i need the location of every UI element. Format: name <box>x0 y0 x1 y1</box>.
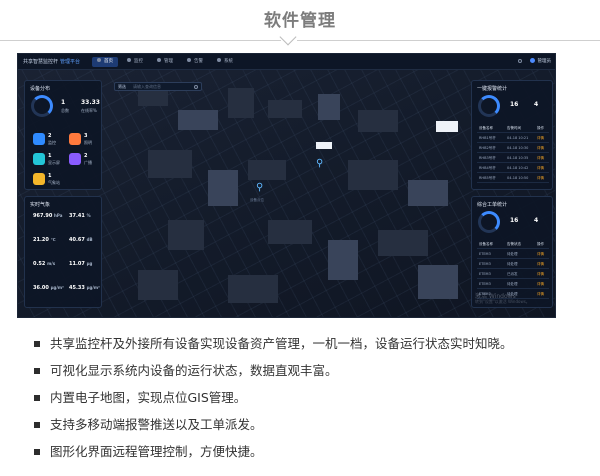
map-pole-marker[interactable]: ⚲ <box>316 158 323 169</box>
table-row[interactable]: RHB5号杆 04-18 10:50 详情 <box>477 175 549 183</box>
bullet-square-icon <box>34 368 40 374</box>
nav-tab-home[interactable]: 首页 <box>92 57 118 67</box>
nav-tab-monitor[interactable]: 监控 <box>122 57 148 67</box>
table-row[interactable]: ETEM3 待处理 详情 <box>477 281 549 289</box>
weather-icon[interactable] <box>33 173 45 185</box>
screen-icon[interactable] <box>33 153 45 165</box>
search-input[interactable]: 请输入查询信息 <box>133 84 161 90</box>
feature-item: 支持多移动端报警推送以及工单派发。 <box>34 417 574 444</box>
table-row[interactable]: ETEM3 已派发 详情 <box>477 271 549 279</box>
bell-icon[interactable] <box>517 58 522 63</box>
home-icon <box>97 58 101 62</box>
table-row[interactable]: ETEM3 待处理 详情 <box>477 261 549 269</box>
feature-item: 内置电子地图，实现点位GIS管理。 <box>34 390 574 417</box>
online-gauge <box>31 95 53 117</box>
alarm-icon <box>187 58 191 62</box>
map-search[interactable]: 筛选 请输入查询信息 <box>114 82 202 91</box>
screenshot-frame: ⚲ ⚲ 设备点位 共享智慧监控杆 管理平台 首页 监控 管理 告警 系统 管理员 … <box>17 53 556 318</box>
light-icon[interactable] <box>69 133 81 145</box>
avatar <box>529 58 535 63</box>
feature-item: 图形化界面远程管理控制，方便快捷。 <box>34 444 574 471</box>
camera-icon[interactable] <box>33 133 45 145</box>
title-divider-left <box>0 40 281 41</box>
table-row[interactable]: RHB2号杆 04-18 10:30 详情 <box>477 145 549 153</box>
table-row[interactable]: RHB1号杆 04-18 10:21 详情 <box>477 135 549 143</box>
windows-activation-hint: 转到"设置"以激活 Windows。 <box>475 299 530 304</box>
page-title: 软件管理 <box>264 11 336 31</box>
app-brand: 共享智慧监控杆 管理平台 <box>23 59 81 65</box>
top-navbar: 共享智慧监控杆 管理平台 首页 监控 管理 告警 系统 管理员 <box>18 54 555 70</box>
feature-item: 共享监控杆及外接所有设备实现设备资产管理，一机一档，设备运行状态实时知晓。 <box>34 336 574 363</box>
title-divider-right <box>297 40 600 41</box>
feature-list: 共享监控杆及外接所有设备实现设备资产管理，一机一档，设备运行状态实时知晓。 可视… <box>34 336 574 471</box>
search-icon[interactable] <box>194 84 198 89</box>
workorder-gauge <box>478 211 500 233</box>
speaker-icon[interactable] <box>69 153 81 165</box>
table-row[interactable]: RHB4号杆 04-18 10:42 详情 <box>477 165 549 173</box>
feature-item: 可视化显示系统内设备的运行状态，数据直观丰富。 <box>34 363 574 390</box>
chevron-down-icon <box>279 28 297 46</box>
bullet-square-icon <box>34 449 40 455</box>
weather-panel: 实时气象 967.90 hPa 37.41 % 21.20 ℃ 40.67 dB… <box>24 196 102 308</box>
settings-icon <box>217 58 221 62</box>
bullet-square-icon <box>34 341 40 347</box>
table-row[interactable]: RHB3号杆 04-18 10:35 详情 <box>477 155 549 163</box>
table-header: 设备名称 告警时间 操作 <box>477 125 549 133</box>
nav-tab-alarm[interactable]: 告警 <box>182 57 208 67</box>
nav-tab-system[interactable]: 系统 <box>212 57 238 67</box>
nav-tab-manage[interactable]: 管理 <box>152 57 178 67</box>
map-pole-marker[interactable]: ⚲ <box>256 182 263 193</box>
bullet-square-icon <box>34 395 40 401</box>
bullet-square-icon <box>34 422 40 428</box>
device-distribution-panel: 设备分布 1 总数 33.33 在线率% 2 监控 3 照明 1 显示屏 2 广… <box>24 80 102 190</box>
table-row[interactable]: ETEM3 待处理 详情 <box>477 251 549 259</box>
alarm-gauge <box>478 95 500 117</box>
alarm-stats-panel: 一键报警统计 16 4 设备名称 告警时间 操作 RHB1号杆 04-18 10:… <box>471 80 553 190</box>
monitor-icon <box>127 58 131 62</box>
table-header: 设备名称 告警状态 操作 <box>477 241 549 249</box>
user-menu[interactable]: 管理员 <box>517 58 551 64</box>
manage-icon <box>157 58 161 62</box>
